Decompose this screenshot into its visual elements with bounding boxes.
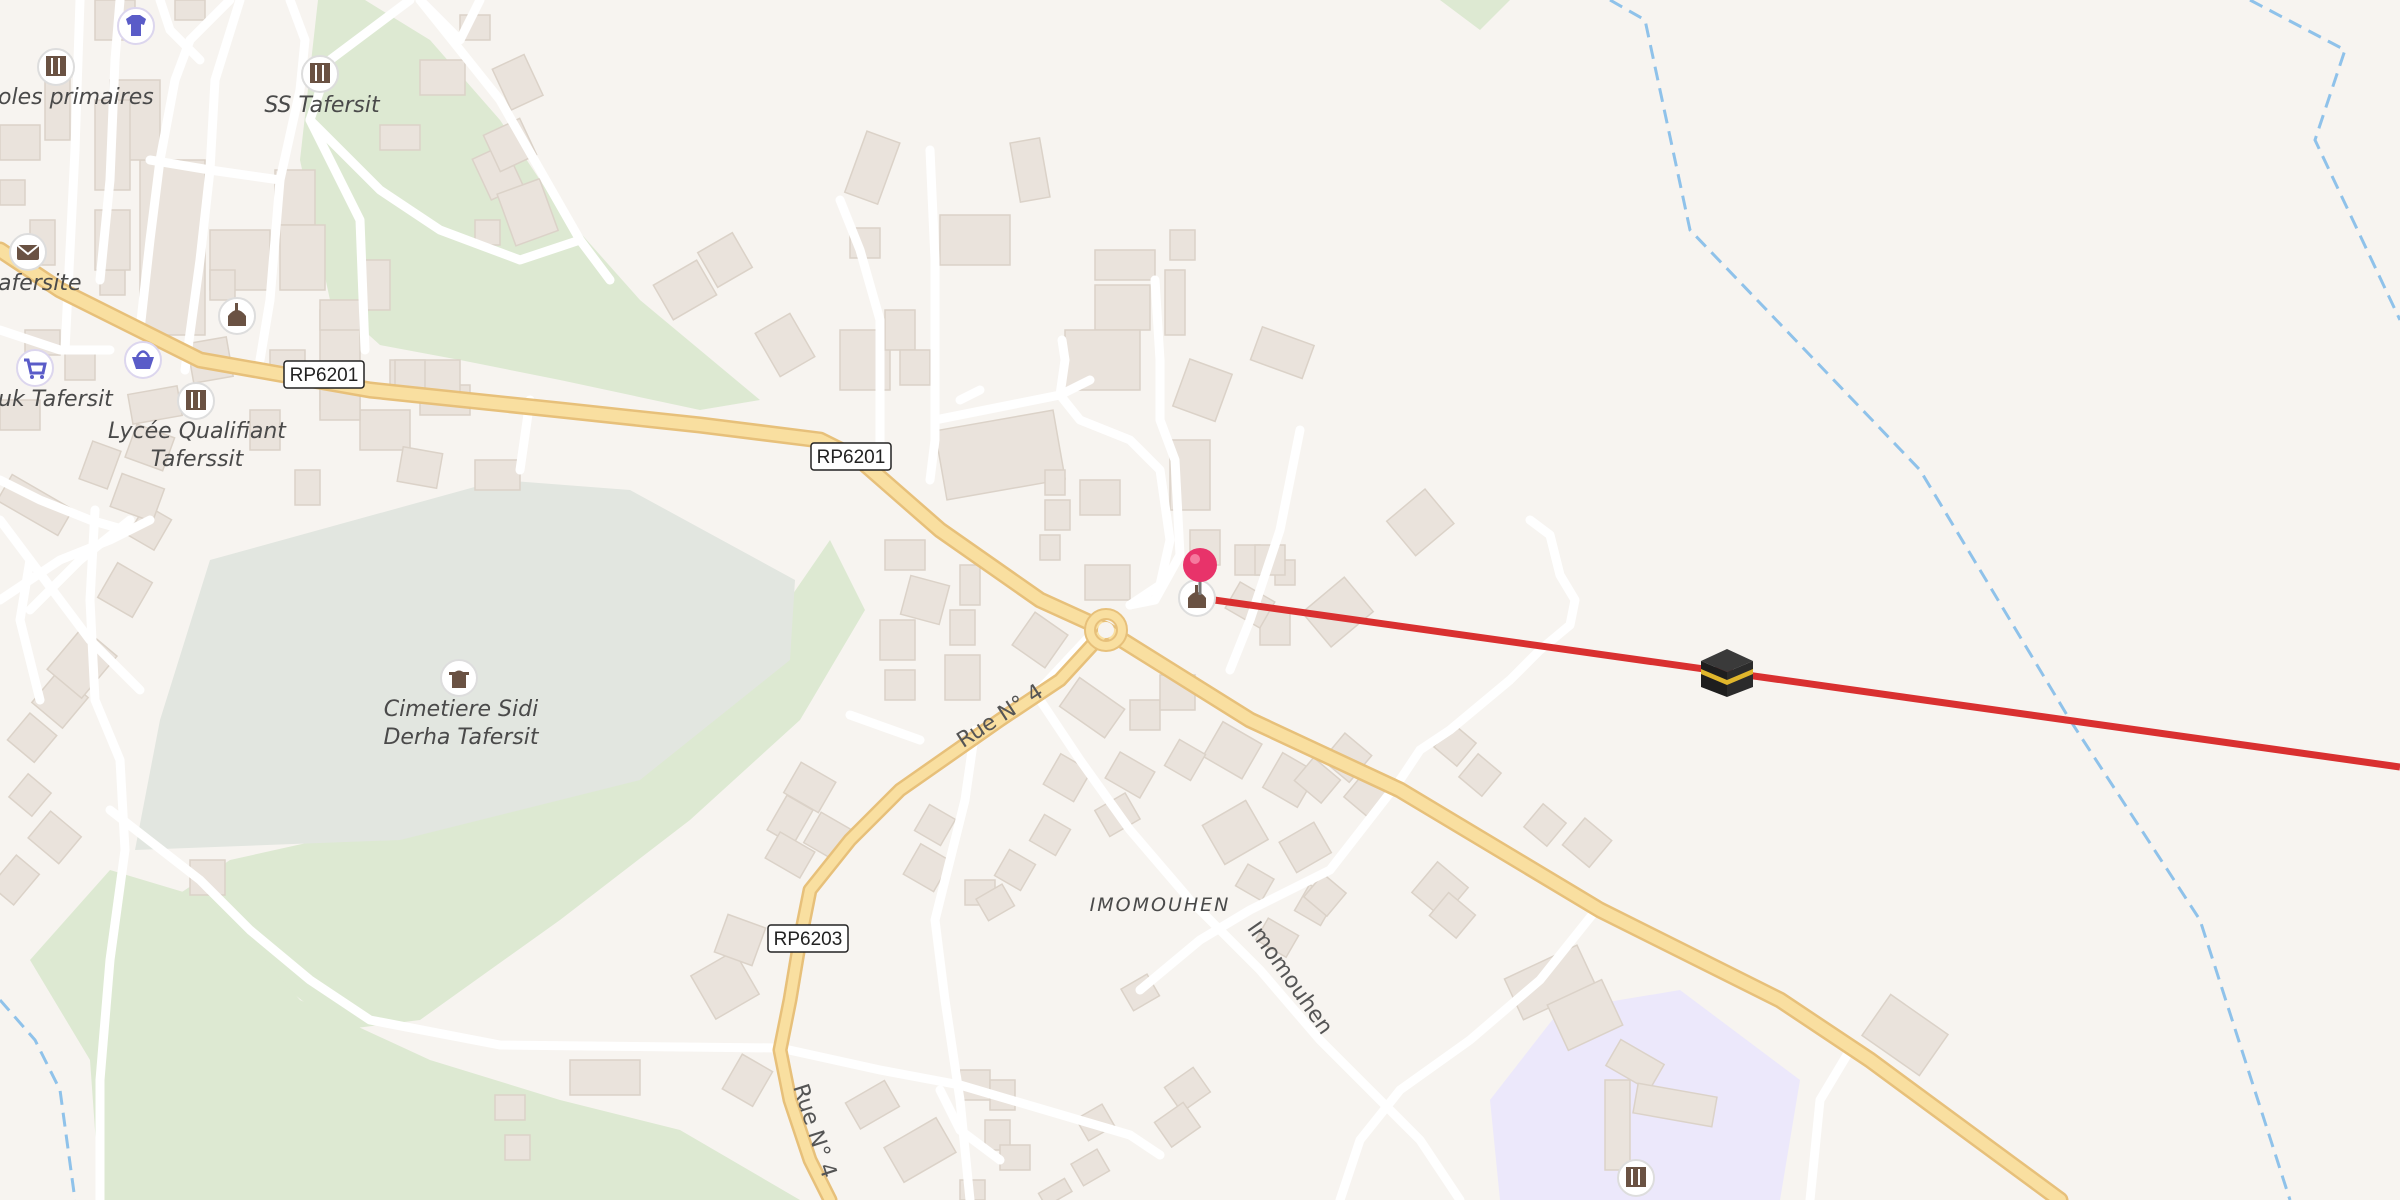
mosque-icon[interactable] xyxy=(1178,579,1216,617)
qibla-direction-line xyxy=(1199,594,2400,771)
area-label-imomouhen: IMOMOUHEN xyxy=(1090,894,1231,916)
shirt-icon[interactable] xyxy=(117,7,155,45)
svg-text:RP6201: RP6201 xyxy=(817,447,886,468)
poi-label-ecoles-primaires: oles primaires xyxy=(0,85,154,110)
cemetery-icon[interactable] xyxy=(440,659,478,697)
poi-label-lycee-line1: Lycée Qualifiant xyxy=(108,419,287,444)
road-shield-rp6201-a: RP6201 xyxy=(283,360,365,389)
poi-label-tafersite: afersite xyxy=(0,271,82,296)
school-icon[interactable] xyxy=(177,382,215,420)
mosque-icon[interactable] xyxy=(218,297,256,335)
boundary-line-far-east xyxy=(2249,0,2400,321)
park-area-top-right xyxy=(1440,0,1510,30)
shopping-cart-icon[interactable] xyxy=(16,349,54,387)
road-shield-rp6203: RP6203 xyxy=(767,924,849,953)
school-icon[interactable] xyxy=(37,48,75,86)
school-icon[interactable] xyxy=(301,55,339,93)
poi-label-lycee-line2: Taferssit xyxy=(151,447,245,472)
school-icon[interactable] xyxy=(1617,1159,1655,1197)
poi-label-souk-tafersit: uk Tafersit xyxy=(0,387,114,412)
kaaba-icon[interactable] xyxy=(1701,649,1753,697)
post-office-icon[interactable] xyxy=(9,233,47,271)
poi-label-cemetery-line2: Derha Tafersit xyxy=(383,725,539,750)
svg-text:RP6203: RP6203 xyxy=(774,929,843,950)
boundary-line-west xyxy=(0,999,77,1200)
svg-text:RP6201: RP6201 xyxy=(290,365,359,386)
shopping-basket-icon[interactable] xyxy=(124,341,162,379)
road-shield-rp6201-b: RP6201 xyxy=(810,442,892,471)
poi-label-cemetery-line1: Cimetiere Sidi xyxy=(384,697,538,722)
poi-label-ss-tafersit: SS Tafersit xyxy=(264,93,381,118)
map-canvas[interactable]: RP6201 RP6201 RP6203 Rue N° 4 Rue N° 4 I… xyxy=(0,0,2400,1200)
